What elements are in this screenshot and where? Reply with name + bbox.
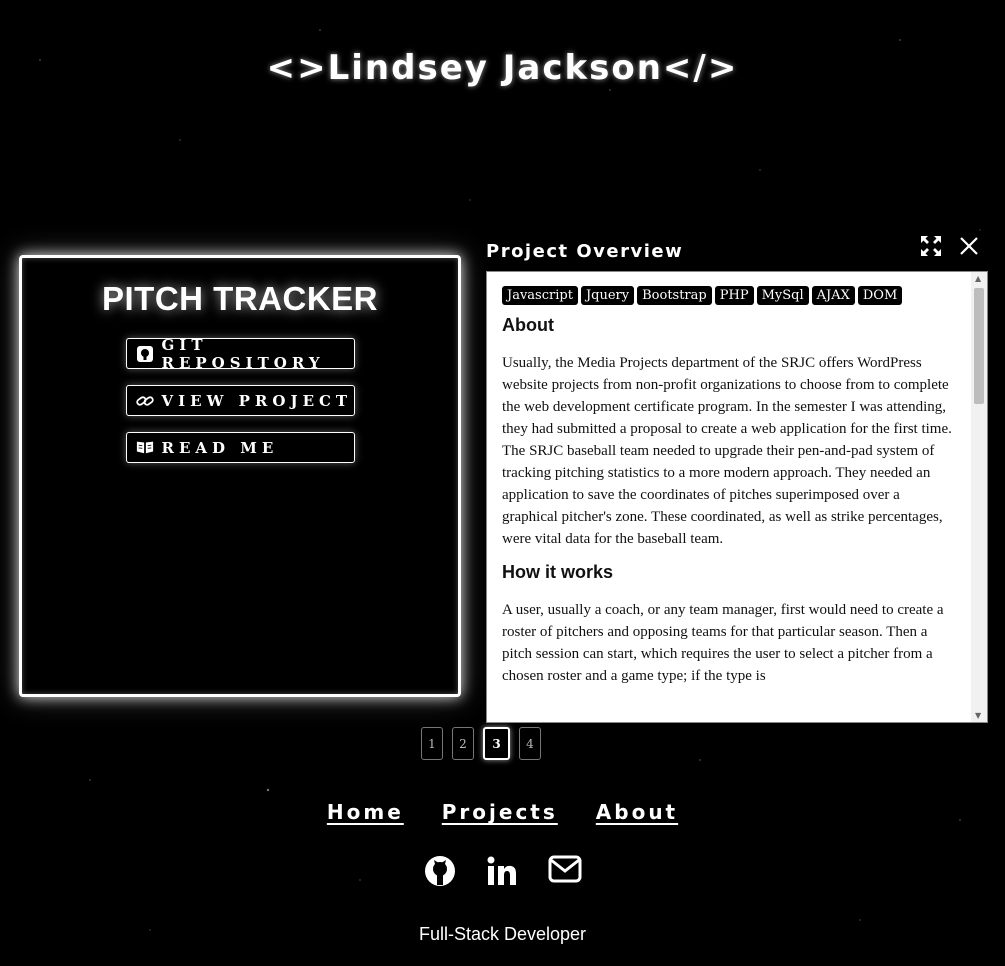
pagination: 1 2 3 4 (421, 727, 541, 760)
overview-scroll-area[interactable]: Javascript Jquery Bootstrap PHP MySql AJ… (486, 271, 988, 723)
nav-projects-link[interactable]: Projects (442, 800, 558, 824)
overview-header: Project Overview (486, 232, 988, 270)
tag-dom: DOM (857, 286, 903, 305)
page-button-3-current[interactable]: 3 (483, 727, 510, 760)
expand-icon[interactable] (920, 235, 942, 257)
page-button-1[interactable]: 1 (421, 727, 443, 760)
tag-jquery: Jquery (580, 286, 635, 305)
link-icon (135, 392, 154, 410)
read-me-label: READ ME (161, 438, 279, 457)
close-icon[interactable] (958, 235, 980, 257)
scroll-up-arrow-icon[interactable]: ▲ (975, 274, 981, 283)
how-it-works-heading: How it works (502, 562, 614, 582)
tag-ajax: AJAX (811, 286, 855, 305)
tag-bootstrap: Bootstrap (637, 286, 712, 305)
overview-content: Javascript Jquery Bootstrap PHP MySql AJ… (487, 272, 987, 687)
project-name: PITCH TRACKER (102, 280, 378, 317)
read-me-button[interactable]: READ ME (125, 432, 355, 463)
scrollbar[interactable]: ▲ ▼ (971, 272, 987, 722)
scroll-thumb[interactable] (974, 288, 984, 404)
linkedin-icon[interactable] (486, 855, 518, 887)
footer-nav: Home Projects About (0, 800, 1005, 824)
how-it-works-paragraph: A user, usually a coach, or any team man… (502, 602, 944, 684)
envelope-icon[interactable] (548, 855, 582, 887)
view-project-label: VIEW PROJECT (161, 391, 353, 410)
project-card: PITCH TRACKER GIT REPOSITORY VIEW PROJEC… (19, 255, 461, 697)
scroll-down-arrow-icon[interactable]: ▼ (975, 711, 981, 720)
tag-javascript: Javascript (502, 286, 578, 305)
nav-about-link[interactable]: About (596, 800, 678, 824)
overview-title: Project Overview (486, 240, 684, 262)
about-heading: About (502, 315, 554, 335)
page-button-2[interactable]: 2 (452, 727, 474, 760)
book-open-icon (136, 439, 154, 457)
github-icon[interactable] (424, 855, 456, 887)
tagline: Full-Stack Developer (418, 924, 587, 944)
nav-home-link[interactable]: Home (327, 800, 404, 824)
git-repository-button[interactable]: GIT REPOSITORY (125, 335, 355, 372)
github-square-icon (136, 345, 154, 363)
site-title: <>Lindsey Jackson</> (266, 48, 739, 88)
view-project-button[interactable]: VIEW PROJECT (125, 385, 355, 416)
tech-tags: Javascript Jquery Bootstrap PHP MySql AJ… (502, 286, 955, 305)
tag-php: PHP (714, 286, 754, 305)
git-repository-label: GIT REPOSITORY (161, 335, 325, 372)
about-paragraph: Usually, the Media Projects department o… (502, 355, 952, 547)
social-links (0, 855, 1005, 887)
tag-mysql: MySql (756, 286, 809, 305)
project-overview-panel: Project Overview Javascript Jquery Boots… (486, 232, 988, 723)
page-button-4[interactable]: 4 (519, 727, 541, 760)
